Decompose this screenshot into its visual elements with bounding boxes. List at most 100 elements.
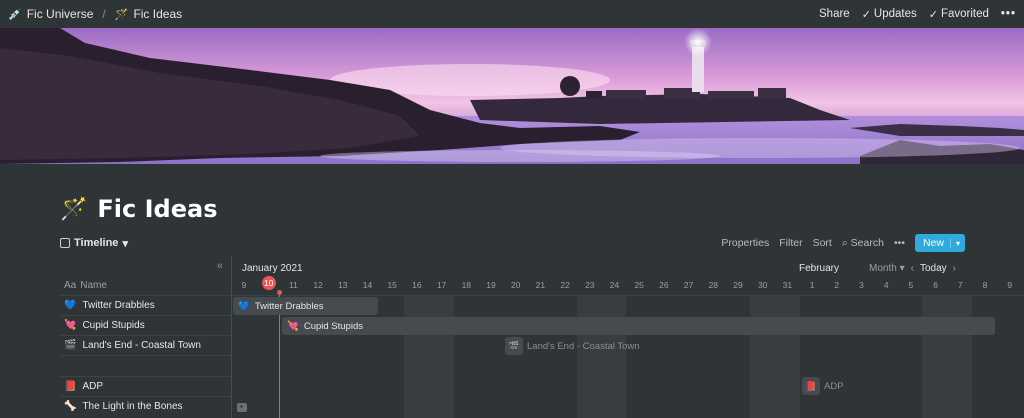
day-label: 22 [560,280,570,290]
share-button[interactable]: Share [819,8,850,20]
search-button[interactable]: ⌕ Search [842,237,884,250]
day-label: 25 [634,280,644,290]
top-bar: 💉 Fic Universe / 🪄 Fic Ideas Share ✓ Upda… [0,0,1024,28]
day-label: 31 [782,280,793,290]
day-label: 18 [461,280,472,290]
list-item[interactable] [60,355,232,376]
blue-heart-icon: 💙 [238,300,250,312]
updates-label: Updates [873,8,917,20]
timeline-name-column: « Aa Name 💙 Twitter Drabbles 💘 Cupid Stu… [60,256,232,418]
clapperboard-icon: 🎬 [64,340,77,351]
day-label: 1 [809,280,815,290]
bar-label: Twitter Drabbles [254,300,324,312]
book-icon: 📕 [64,381,77,392]
weekend-column [750,295,800,418]
list-item[interactable]: 📕 ADP [60,376,232,396]
previous-arrow-icon[interactable]: ‹ [911,263,914,274]
check-icon: ✓ [928,8,938,21]
new-label: New [922,237,944,249]
page-title: 🪄 Fic Ideas [60,195,217,223]
month-label: February [799,263,840,274]
more-options-button[interactable]: ••• [1001,8,1016,20]
row-divider [232,295,1024,296]
row-title: ADP [82,381,104,392]
preview-label: ADP [824,380,844,392]
list-item[interactable]: 💘 Cupid Stupids [60,315,232,335]
day-label: 13 [338,280,348,290]
view-toolbar: Timeline ▾ Properties Filter Sort ⌕ Sear… [60,232,965,254]
blue-heart-icon: 💙 [64,300,77,311]
month-label: January 2021 [242,263,303,274]
name-header-label: Name [80,280,107,291]
check-icon: ✓ [861,8,871,21]
preview-label: Land's End - Coastal Town [527,340,640,352]
magic-wand-icon: 🪄 [60,196,88,221]
list-item[interactable]: 💙 Twitter Drabbles [60,295,232,315]
day-label: 12 [313,280,323,290]
timeline-item-preview[interactable]: 📕 ADP [802,377,844,395]
syringe-icon: 💉 [8,8,22,21]
row-title: Cupid Stupids [82,320,145,331]
day-label: 29 [733,280,743,290]
range-selector[interactable]: Month ▾ [869,263,905,274]
day-label: 14 [362,280,373,290]
book-icon: 📕 [802,377,820,395]
timeline-item-preview[interactable]: 🎬 Land's End - Coastal Town [505,337,640,355]
row-title: Twitter Drabbles [82,300,155,311]
text-property-icon: Aa [64,280,77,291]
weekend-column [404,295,454,418]
list-item[interactable]: 🦴 The Light in the Bones [60,396,232,416]
timeline-grid: January 2021 February Month ▾ ‹ Today › … [232,256,1024,418]
day-label: 15 [387,280,397,290]
day-label: 19 [486,280,496,290]
view-selector[interactable]: Timeline ▾ [60,237,128,250]
day-label: 30 [757,280,768,290]
day-label: 2 [834,280,840,290]
sort-button[interactable]: Sort [813,237,832,249]
today-button[interactable]: Today [920,263,947,274]
chevron-down-icon: ▾ [899,263,905,274]
day-label: 21 [535,280,546,290]
more-options-button[interactable]: ••• [894,237,905,249]
range-label: Month [869,263,897,274]
timeline-bar[interactable]: 💙 Twitter Drabbles [233,297,378,315]
view-name: Timeline [74,237,119,249]
row-title: Land's End - Coastal Town [82,340,201,351]
day-label: 5 [908,280,914,290]
breadcrumb-separator: / [102,7,106,21]
collapse-sidebar-icon[interactable]: « [217,260,223,272]
day-label: 7 [957,280,963,290]
breadcrumb: 💉 Fic Universe / 🪄 Fic Ideas [8,7,182,21]
page-title-text[interactable]: Fic Ideas [97,195,217,223]
day-label: 20 [510,280,521,290]
timeline-navigation: Month ▾ ‹ Today › [869,263,956,274]
day-label: 23 [585,280,595,290]
chevron-down-icon: ▾ [122,237,128,250]
name-column-header[interactable]: Aa Name [64,280,107,291]
favorited-button[interactable]: ✓ Favorited [929,8,989,21]
clapperboard-icon: 🎬 [505,337,523,355]
favorited-label: Favorited [940,8,989,20]
row-title: The Light in the Bones [82,401,183,412]
day-label: 3 [859,280,864,290]
day-label: 11 [288,280,298,290]
breadcrumb-item-fic-ideas[interactable]: Fic Ideas [133,7,182,21]
filter-button[interactable]: Filter [779,237,802,249]
updates-button[interactable]: ✓ Updates [862,8,917,21]
search-icon: ⌕ [841,236,848,249]
next-arrow-icon[interactable]: › [953,263,956,274]
timeline-bar[interactable]: 💘 Cupid Stupids [282,317,995,335]
day-label: 24 [609,280,620,290]
breadcrumb-item-fic-universe[interactable]: Fic Universe [27,7,94,21]
day-label: 16 [412,280,422,290]
today-marker-dot [277,290,282,295]
open-item-button[interactable]: ▸ [237,403,247,412]
chevron-down-icon[interactable]: ▾ [949,238,965,248]
day-label: 9 [1007,280,1013,290]
day-label: 26 [659,280,669,290]
properties-button[interactable]: Properties [721,237,769,249]
list-item[interactable]: 🎬 Land's End - Coastal Town [60,335,232,355]
new-button[interactable]: New ▾ [914,234,965,252]
search-label: Search [850,236,884,249]
timeline: « Aa Name 💙 Twitter Drabbles 💘 Cupid Stu… [60,256,1024,418]
